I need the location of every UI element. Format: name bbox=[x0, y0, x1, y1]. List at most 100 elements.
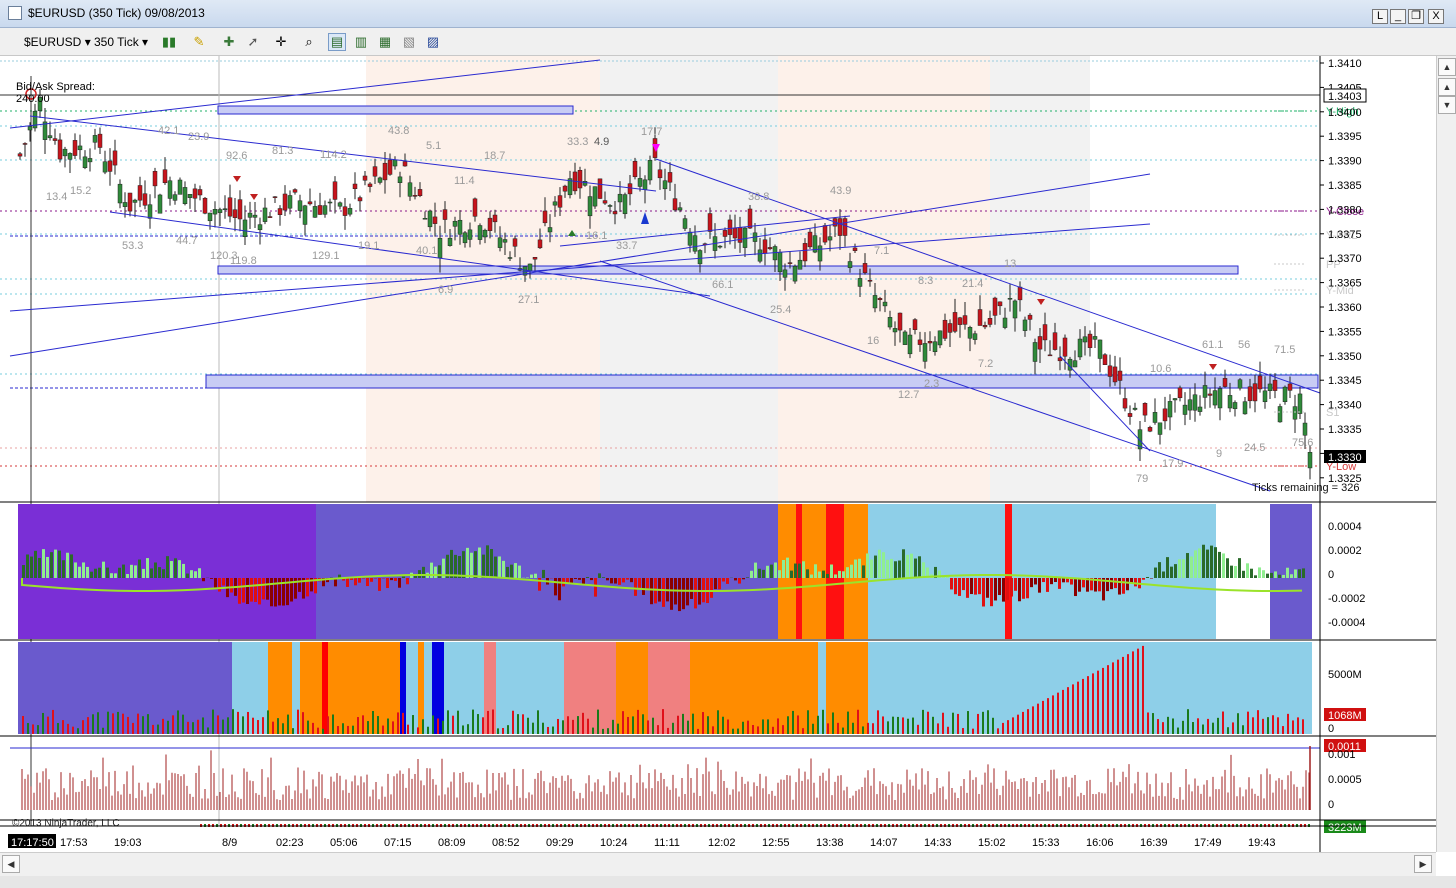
osc-histogram-bar bbox=[918, 556, 921, 578]
scroll-down-icon[interactable]: ▼ bbox=[1438, 96, 1456, 114]
osc-histogram-bar bbox=[1042, 578, 1045, 583]
crosshair-icon[interactable]: ✛ bbox=[272, 33, 290, 51]
volume-bar bbox=[582, 712, 584, 734]
volume-bar bbox=[1152, 713, 1154, 734]
osc-histogram-bar bbox=[874, 555, 877, 578]
scroll-left-icon[interactable]: ◀ bbox=[2, 855, 20, 873]
candlestick-icon[interactable]: ▮▮ bbox=[160, 33, 178, 51]
osc-histogram-bar bbox=[470, 552, 473, 578]
osc-histogram-bar bbox=[734, 578, 737, 581]
volume-bar bbox=[587, 718, 589, 734]
volume-regime-band bbox=[18, 642, 232, 734]
volume-bar bbox=[662, 709, 664, 734]
osc-histogram-bar bbox=[1166, 557, 1169, 578]
up-candle bbox=[622, 194, 628, 215]
down-candle bbox=[707, 213, 713, 232]
osc-histogram-bar bbox=[238, 578, 241, 604]
scroll-right-icon[interactable]: ▶ bbox=[1414, 855, 1432, 873]
volume-bar bbox=[152, 724, 154, 734]
up-candle bbox=[242, 219, 248, 237]
volume-bar bbox=[202, 717, 204, 734]
osc-histogram-bar bbox=[494, 556, 497, 578]
osc-histogram-bar bbox=[1022, 578, 1025, 599]
down-candle bbox=[432, 216, 438, 224]
osc-histogram-bar bbox=[586, 576, 589, 578]
up-candle bbox=[1302, 422, 1308, 436]
osc-histogram-bar bbox=[750, 570, 753, 578]
osc-histogram-bar bbox=[266, 578, 269, 600]
volume-bar bbox=[1192, 722, 1194, 734]
link-button[interactable]: L bbox=[1372, 9, 1388, 24]
bar-annotation-label: 66.1 bbox=[712, 279, 733, 291]
time-tick-label: 07:15 bbox=[384, 837, 412, 849]
horizontal-scrollbar[interactable]: ◀ ▶ bbox=[0, 852, 1436, 876]
osc-histogram-bar bbox=[378, 578, 381, 591]
chart-canvas[interactable]: 4.943.85.118.733.317.713.4 15.242.1 23.992… bbox=[0, 56, 1436, 852]
interval-selector[interactable]: 350 Tick ▾ bbox=[94, 33, 148, 51]
osc-histogram-bar bbox=[26, 554, 29, 578]
crosshair-plus-icon[interactable]: ✚ bbox=[220, 33, 238, 51]
volume-bar bbox=[207, 727, 209, 734]
volume-bar bbox=[932, 716, 934, 734]
osc-tick-label: 0.0004 bbox=[1328, 521, 1362, 533]
osc-histogram-bar bbox=[190, 570, 193, 578]
volume-bar bbox=[827, 723, 829, 734]
pencil-icon[interactable]: ✎ bbox=[190, 33, 208, 51]
chart-style-icon[interactable]: ▨ bbox=[424, 33, 442, 51]
down-candle bbox=[267, 216, 273, 218]
scroll-up-icon[interactable]: ▲ bbox=[1438, 58, 1456, 76]
up-candle bbox=[1292, 406, 1298, 420]
volume-bar bbox=[922, 709, 924, 734]
down-candle bbox=[1087, 333, 1093, 348]
spread-value: 240.00 bbox=[16, 93, 50, 105]
down-candle bbox=[52, 138, 58, 141]
volume-bar bbox=[1132, 651, 1134, 734]
down-candle bbox=[282, 193, 288, 211]
volume-bar bbox=[157, 724, 159, 734]
up-candle bbox=[587, 196, 593, 217]
osc-histogram-bar bbox=[1150, 578, 1153, 579]
down-candle bbox=[807, 231, 813, 248]
volume-bar bbox=[812, 723, 814, 734]
down-triangle-icon bbox=[250, 194, 258, 200]
pointer-icon[interactable]: ➚ bbox=[244, 33, 262, 51]
osc-histogram-bar bbox=[1062, 578, 1065, 583]
strategies-icon[interactable]: ▦ bbox=[376, 33, 394, 51]
osc-histogram-bar bbox=[346, 578, 349, 587]
indicators-icon[interactable]: ▥ bbox=[352, 33, 370, 51]
volume-bar bbox=[177, 710, 179, 734]
osc-histogram-bar bbox=[982, 578, 985, 607]
price-tick-label: 1.3370 bbox=[1328, 253, 1362, 265]
restore-button[interactable]: ❐ bbox=[1408, 9, 1424, 24]
down-candle bbox=[227, 197, 233, 217]
volume-bar bbox=[97, 712, 99, 734]
scroll-up2-icon[interactable]: ▲ bbox=[1438, 78, 1456, 96]
osc-histogram-bar bbox=[478, 547, 481, 578]
down-candle bbox=[1147, 427, 1153, 432]
up-candle bbox=[1152, 412, 1158, 423]
osc-histogram-bar bbox=[834, 574, 837, 578]
instrument-selector[interactable]: $EURUSD ▾ bbox=[24, 33, 91, 51]
volume-bar bbox=[412, 715, 414, 734]
up-candle bbox=[642, 179, 648, 190]
bar-annotation-label: 27.1 bbox=[518, 294, 539, 306]
zoom-icon[interactable]: ⌕ bbox=[300, 33, 318, 51]
osc-alert-band bbox=[826, 504, 844, 639]
up-candle bbox=[117, 183, 123, 204]
osc-histogram-bar bbox=[1290, 574, 1293, 578]
properties-icon[interactable]: ▧ bbox=[400, 33, 418, 51]
vertical-scrollbar[interactable]: ▲ ▲ ▼ bbox=[1436, 56, 1456, 852]
osc-histogram-bar bbox=[998, 578, 1001, 596]
osc-histogram-bar bbox=[114, 573, 117, 578]
volume-bar bbox=[1167, 716, 1169, 734]
bar-annotation-label: 12.7 bbox=[898, 389, 919, 401]
time-axis: 17:17:50 17:53 19:03 8/9 02:23 05:06 07:15 08:0… bbox=[0, 825, 1436, 849]
minimize-button[interactable]: _ bbox=[1390, 9, 1406, 24]
volume-bar bbox=[667, 727, 669, 734]
osc-histogram-bar bbox=[882, 552, 885, 578]
time-tick-label: 16:39 bbox=[1140, 837, 1168, 849]
close-button[interactable]: X bbox=[1428, 9, 1444, 24]
bar-annotation-label: 81.3 bbox=[272, 145, 293, 157]
up-candle bbox=[1132, 407, 1138, 410]
data-box-icon[interactable]: ▤ bbox=[328, 33, 346, 51]
